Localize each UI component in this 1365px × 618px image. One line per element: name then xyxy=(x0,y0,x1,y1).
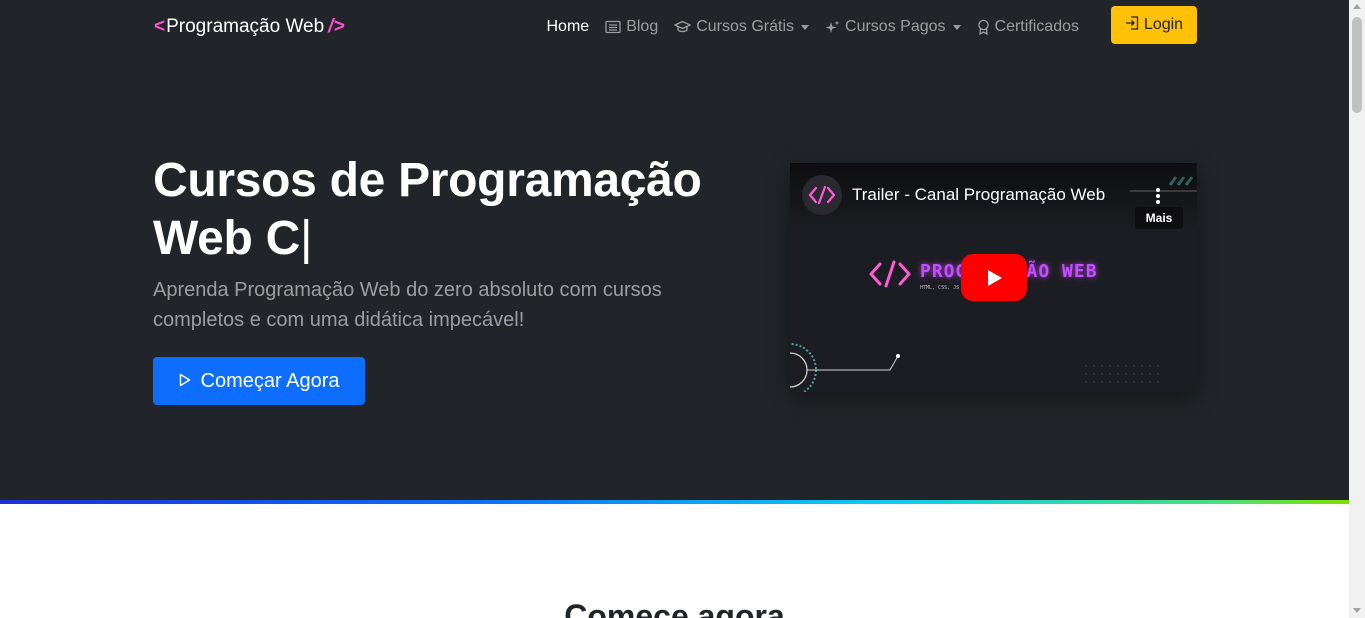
hero-subtitle: Aprenda Programação Web do zero absoluto… xyxy=(153,279,662,331)
stars-icon xyxy=(825,20,840,35)
login-label: Login xyxy=(1143,16,1184,33)
youtube-play-button[interactable] xyxy=(961,254,1027,301)
brand-open-tag: < xyxy=(154,16,166,37)
brand-logo[interactable]: < Programação Web /> xyxy=(153,14,345,40)
youtube-embed[interactable]: PROGRAMAÇÃO WEB HTML, CSS, JS - prof. Di… xyxy=(790,163,1197,392)
scrollbar-thumb[interactable] xyxy=(1352,17,1362,113)
page-scrollbar[interactable] xyxy=(1349,0,1365,618)
channel-avatar[interactable] xyxy=(802,175,842,215)
start-now-button[interactable]: Começar Agora xyxy=(153,357,365,405)
hero-title: Cursos de Programação Web C| xyxy=(153,152,753,268)
nav-item-cursos-pagos[interactable]: Cursos Pagos xyxy=(825,15,961,39)
hero-title-line1: Cursos de Programação xyxy=(153,154,702,207)
play-outline-icon xyxy=(179,370,191,393)
nav-item-label: Cursos Pagos xyxy=(845,18,946,35)
brand-close-tag: /> xyxy=(328,16,345,37)
nav-item-cursos-gratis[interactable]: Cursos Grátis xyxy=(674,15,810,39)
nav-item-label: Blog xyxy=(626,18,659,35)
code-brackets-icon xyxy=(869,260,911,288)
typing-cursor: | xyxy=(299,212,313,265)
navbar: < Programação Web /> Home Blog Cursos Gr… xyxy=(153,6,1197,46)
video-title[interactable]: Trailer - Canal Programação Web xyxy=(852,185,1105,205)
brand-name: Programação Web xyxy=(166,16,325,37)
nav-item-certificados[interactable]: Certificados xyxy=(977,15,1079,39)
login-icon xyxy=(1125,15,1139,35)
more-label[interactable]: Mais xyxy=(1135,207,1183,229)
award-icon xyxy=(977,19,990,35)
chevron-down-icon xyxy=(952,24,961,30)
scroll-down-arrow-icon[interactable] xyxy=(1353,608,1361,613)
hero-title-line2: Web C xyxy=(153,212,300,265)
play-icon xyxy=(988,269,1002,286)
nav-item-label: Home xyxy=(546,18,590,35)
mortarboard-icon xyxy=(674,20,692,34)
hero-section: < Programação Web /> Home Blog Cursos Gr… xyxy=(0,0,1349,500)
code-brackets-icon xyxy=(808,185,836,205)
gradient-divider xyxy=(0,500,1349,504)
login-button[interactable]: Login xyxy=(1111,6,1197,44)
start-now-label: Começar Agora xyxy=(200,369,340,392)
newspaper-icon xyxy=(605,20,621,34)
section-heading: Comece agora xyxy=(564,598,785,618)
scroll-up-arrow-icon[interactable] xyxy=(1353,4,1361,9)
nav-item-blog[interactable]: Blog xyxy=(605,15,658,39)
nav-item-home[interactable]: Home xyxy=(547,15,590,39)
nav-links: Home Blog Cursos Grátis Cursos Pagos Cer… xyxy=(547,15,1079,39)
nav-item-label: Cursos Grátis xyxy=(696,18,795,35)
page-viewport: < Programação Web /> Home Blog Cursos Gr… xyxy=(0,0,1349,618)
nav-item-label: Certificados xyxy=(994,18,1079,35)
chevron-down-icon xyxy=(801,24,810,30)
